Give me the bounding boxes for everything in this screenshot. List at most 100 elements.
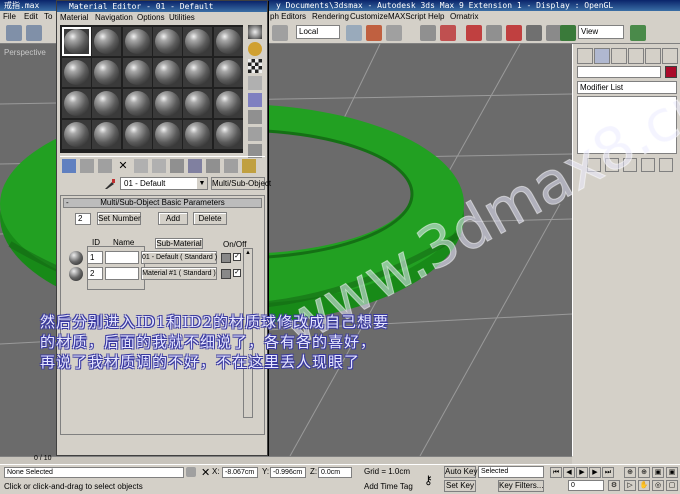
- show-end-result-icon[interactable]: [605, 158, 619, 172]
- me-menu-material[interactable]: Material: [60, 12, 88, 23]
- sub-material-id-field[interactable]: 1: [87, 251, 103, 264]
- pin-stack-icon[interactable]: [587, 158, 601, 172]
- sub-material-name-field[interactable]: [105, 267, 139, 280]
- render-scene-icon[interactable]: [560, 25, 576, 41]
- select-manipulate-icon[interactable]: [366, 25, 382, 41]
- me-menu-options[interactable]: Options: [137, 12, 165, 23]
- video-color-check-icon[interactable]: [248, 93, 262, 107]
- make-unique-material-icon[interactable]: [152, 159, 166, 173]
- id-header[interactable]: ID: [92, 238, 100, 247]
- previous-frame-icon[interactable]: ◀: [563, 467, 575, 478]
- sub-material-on-checkbox[interactable]: ✓: [233, 253, 241, 261]
- sub-material-color-swatch[interactable]: [221, 269, 231, 279]
- layer-manager-icon[interactable]: [506, 25, 522, 41]
- snap-toggle-icon[interactable]: [420, 25, 436, 41]
- put-to-library-icon[interactable]: [170, 159, 184, 173]
- material-id-channel-icon[interactable]: [188, 159, 202, 173]
- play-icon[interactable]: ▶: [576, 467, 588, 478]
- sample-slot[interactable]: [92, 120, 122, 149]
- zoom-extents-all-icon[interactable]: ▣: [666, 467, 678, 478]
- sample-slot[interactable]: [92, 27, 122, 56]
- put-to-scene-icon[interactable]: [80, 159, 94, 173]
- sample-slot[interactable]: [62, 27, 91, 56]
- modifier-stack[interactable]: [577, 96, 677, 154]
- time-slider[interactable]: [0, 456, 572, 464]
- sub-material-name-field[interactable]: [105, 251, 139, 264]
- y-coordinate-field[interactable]: -0.996cm: [270, 467, 306, 478]
- lock-selection-icon[interactable]: [186, 467, 196, 477]
- sample-slot[interactable]: [183, 89, 213, 118]
- quick-render-icon[interactable]: [630, 25, 646, 41]
- sample-slot[interactable]: [122, 120, 152, 149]
- curve-editor-icon[interactable]: [526, 25, 542, 41]
- get-material-icon[interactable]: [62, 159, 76, 173]
- sample-slot[interactable]: [122, 89, 152, 118]
- time-config-icon[interactable]: ⚙: [608, 480, 620, 491]
- sub-material-color-swatch[interactable]: [221, 253, 231, 263]
- menu-maxscript[interactable]: MAXScript: [388, 11, 426, 22]
- auto-key-button[interactable]: Auto Key: [444, 466, 477, 478]
- sample-slot[interactable]: [122, 58, 152, 87]
- assign-to-selection-icon[interactable]: [98, 159, 112, 173]
- zoom-all-icon[interactable]: ⊕: [638, 467, 650, 478]
- display-tab-icon[interactable]: [645, 48, 661, 64]
- render-type-select[interactable]: View: [578, 25, 624, 39]
- sample-slot[interactable]: [152, 27, 182, 56]
- zoom-icon[interactable]: ⊕: [624, 467, 636, 478]
- sample-slot[interactable]: [213, 120, 243, 149]
- show-end-result-material-icon[interactable]: [224, 159, 238, 173]
- me-menu-navigation[interactable]: Navigation: [95, 12, 133, 23]
- current-frame-field[interactable]: 0: [568, 480, 604, 491]
- maximize-viewport-icon[interactable]: ▢: [666, 480, 678, 491]
- make-copy-icon[interactable]: [134, 159, 148, 173]
- set-number-button[interactable]: Set Number: [97, 212, 141, 225]
- hierarchy-tab-icon[interactable]: [611, 48, 627, 64]
- object-name-field[interactable]: [577, 66, 661, 78]
- sample-slot[interactable]: [213, 58, 243, 87]
- set-key-button[interactable]: Set Key: [444, 480, 476, 492]
- x-coordinate-field[interactable]: -8.067cm: [222, 467, 258, 478]
- undo-icon[interactable]: [6, 25, 22, 41]
- backlight-icon[interactable]: [248, 42, 262, 56]
- menu-customize[interactable]: Customize: [350, 11, 388, 22]
- next-frame-icon[interactable]: ▶: [589, 467, 601, 478]
- reset-map-icon[interactable]: ✕: [116, 159, 130, 173]
- go-to-parent-icon[interactable]: [242, 159, 256, 173]
- go-to-start-icon[interactable]: ⏮: [550, 467, 562, 478]
- sub-material-header[interactable]: Sub-Material: [155, 238, 203, 249]
- select-scale-icon[interactable]: [272, 25, 288, 41]
- background-icon[interactable]: [248, 59, 262, 73]
- sub-material-on-checkbox[interactable]: ✓: [233, 269, 241, 277]
- chevron-down-icon[interactable]: ▼: [197, 178, 207, 189]
- sample-slot[interactable]: [62, 89, 91, 118]
- sample-slot[interactable]: [62, 120, 91, 149]
- utilities-tab-icon[interactable]: [662, 48, 678, 64]
- sample-slot[interactable]: [213, 89, 243, 118]
- sample-slot[interactable]: [213, 27, 243, 56]
- reference-coordinate-select[interactable]: Local: [296, 25, 340, 39]
- rollout-title[interactable]: - Multi/Sub-Object Basic Parameters: [63, 198, 262, 208]
- sample-slot[interactable]: [92, 89, 122, 118]
- me-menu-utilities[interactable]: Utilities: [169, 12, 195, 23]
- add-time-tag[interactable]: Add Time Tag: [364, 482, 413, 491]
- options-icon[interactable]: [248, 127, 262, 141]
- key-mode-select[interactable]: Selected: [478, 466, 544, 478]
- modify-tab-icon[interactable]: [594, 48, 610, 64]
- object-color-swatch[interactable]: [665, 66, 677, 78]
- menu-tools[interactable]: To: [44, 11, 52, 22]
- mirror-icon[interactable]: [466, 25, 482, 41]
- absolute-mode-icon[interactable]: ✕: [201, 466, 210, 479]
- material-name-field[interactable]: 01 - Default ▼: [120, 177, 208, 190]
- orbit-icon[interactable]: ◎: [652, 480, 664, 491]
- make-unique-icon[interactable]: [623, 158, 637, 172]
- menu-edit[interactable]: Edit: [24, 11, 38, 22]
- redo-icon[interactable]: [26, 25, 42, 41]
- delete-button[interactable]: Delete: [193, 212, 227, 225]
- sample-uv-tiling-icon[interactable]: [248, 76, 262, 90]
- sample-slot[interactable]: [122, 27, 152, 56]
- sub-material-button[interactable]: Material #1 ( Standard ): [141, 267, 217, 280]
- sub-material-count-field[interactable]: 2: [75, 213, 91, 225]
- menu-file[interactable]: File: [3, 11, 16, 22]
- name-header[interactable]: Name: [113, 238, 134, 247]
- sample-slot[interactable]: [183, 27, 213, 56]
